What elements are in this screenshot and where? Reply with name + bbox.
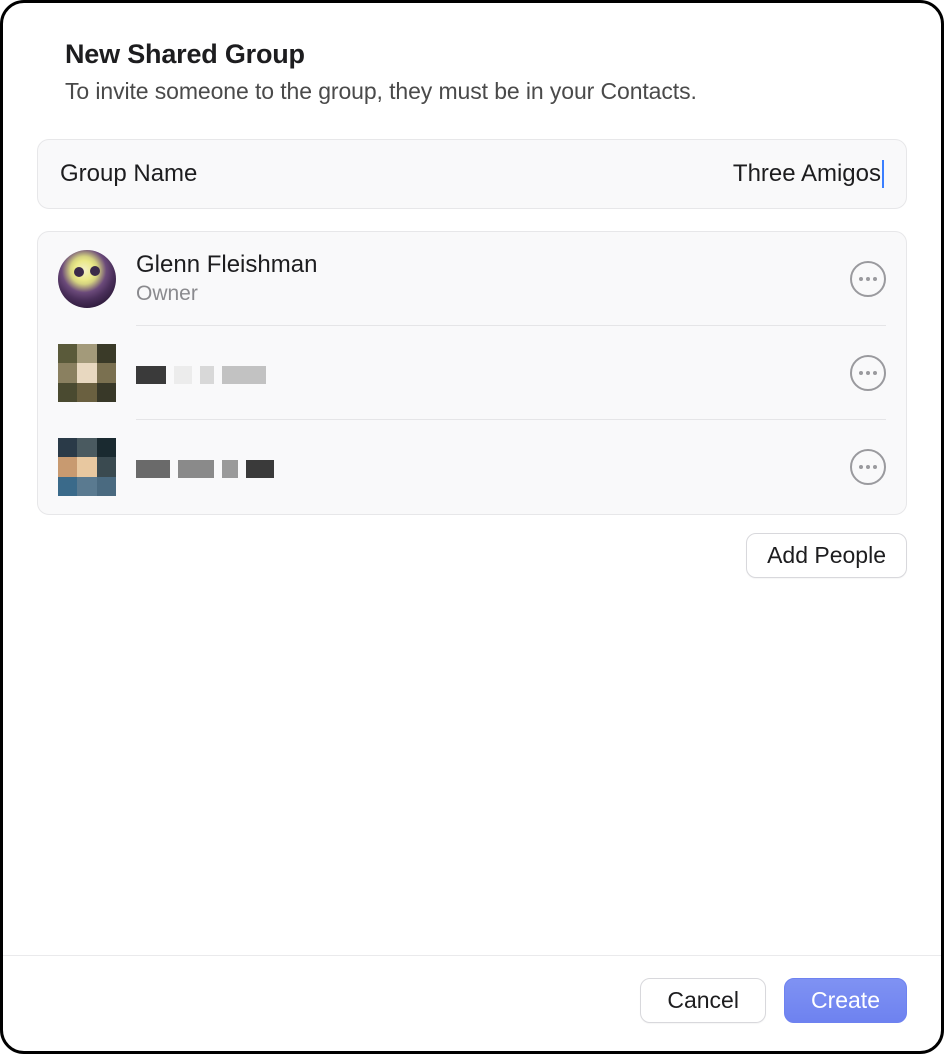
- more-options-button[interactable]: [850, 449, 886, 485]
- person-role: Owner: [136, 280, 850, 307]
- ellipsis-icon: [859, 465, 863, 469]
- list-item: [38, 326, 906, 420]
- ellipsis-icon: [859, 371, 863, 375]
- more-options-button[interactable]: [850, 355, 886, 391]
- dialog-title: New Shared Group: [65, 39, 907, 70]
- person-info: [136, 362, 850, 384]
- cancel-button[interactable]: Cancel: [640, 978, 766, 1023]
- group-name-input[interactable]: Three Amigos: [733, 160, 881, 188]
- ellipsis-icon: [873, 277, 877, 281]
- more-options-button[interactable]: [850, 261, 886, 297]
- dialog-subtitle: To invite someone to the group, they mus…: [65, 78, 907, 105]
- list-item: [38, 420, 906, 514]
- avatar: [58, 438, 116, 496]
- ellipsis-icon: [859, 277, 863, 281]
- dialog-footer: Cancel Create: [3, 955, 941, 1051]
- ellipsis-icon: [873, 371, 877, 375]
- list-item: Glenn Fleishman Owner: [38, 232, 906, 326]
- ellipsis-icon: [873, 465, 877, 469]
- person-info: [136, 456, 850, 478]
- create-button[interactable]: Create: [784, 978, 907, 1023]
- avatar: [58, 250, 116, 308]
- ellipsis-icon: [866, 465, 870, 469]
- person-name-redacted: [136, 460, 850, 478]
- person-name: Glenn Fleishman: [136, 250, 850, 280]
- ellipsis-icon: [866, 277, 870, 281]
- people-list: Glenn Fleishman Owner: [37, 231, 907, 515]
- group-name-field[interactable]: Group Name Three Amigos: [37, 139, 907, 209]
- add-people-button[interactable]: Add People: [746, 533, 907, 578]
- person-name-redacted: [136, 366, 850, 384]
- person-info: Glenn Fleishman Owner: [136, 250, 850, 307]
- text-cursor: [882, 160, 884, 188]
- group-name-label: Group Name: [60, 160, 197, 188]
- dialog-content: New Shared Group To invite someone to th…: [3, 3, 941, 955]
- avatar: [58, 344, 116, 402]
- ellipsis-icon: [866, 371, 870, 375]
- new-shared-group-dialog: New Shared Group To invite someone to th…: [0, 0, 944, 1054]
